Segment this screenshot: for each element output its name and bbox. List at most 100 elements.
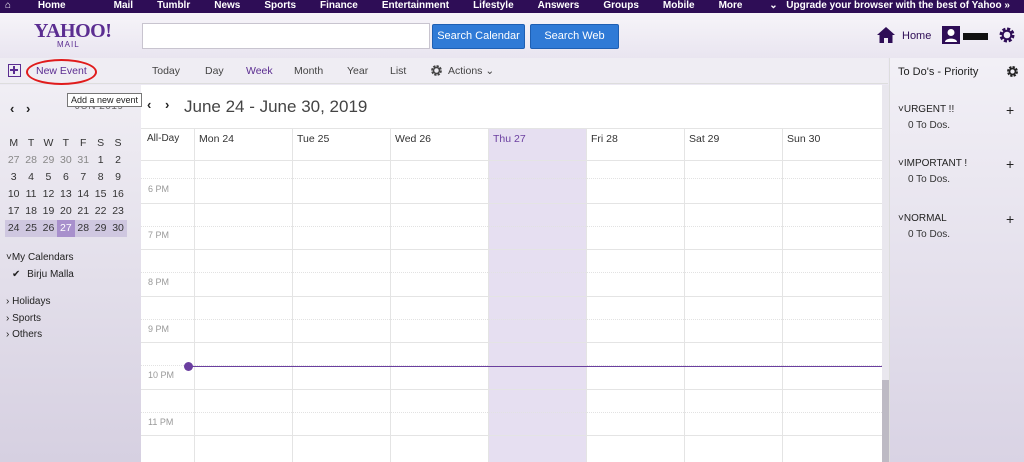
minical-day[interactable]: 5 xyxy=(40,169,57,186)
day-header-wed[interactable]: Wed 26 xyxy=(390,128,431,160)
actions-gear-icon[interactable] xyxy=(430,64,443,77)
view-month[interactable]: Month xyxy=(294,65,323,77)
profile-avatar-icon[interactable] xyxy=(942,26,960,44)
calendar-item-owner[interactable]: ✔ Birju Malla xyxy=(12,269,74,280)
minical-day[interactable]: 31 xyxy=(75,152,92,169)
view-year[interactable]: Year xyxy=(347,65,368,77)
top-nav-news[interactable]: News xyxy=(214,0,240,12)
minical-day[interactable]: 25 xyxy=(22,220,39,237)
minical-day[interactable]: 23 xyxy=(109,203,126,220)
add-important-todo-button[interactable]: + xyxy=(1006,157,1014,171)
minical-day[interactable]: 30 xyxy=(109,220,126,237)
weekday-label: W xyxy=(43,137,54,149)
add-normal-todo-button[interactable]: + xyxy=(1006,212,1014,226)
weekday-label: S xyxy=(97,137,105,149)
todo-group-normal[interactable]: ˅NORMAL xyxy=(898,213,947,224)
minical-day[interactable]: 17 xyxy=(5,203,22,220)
actions-menu[interactable]: Actions ⌄ xyxy=(448,65,494,77)
minical-day[interactable]: 24 xyxy=(5,220,22,237)
yahoo-logo[interactable]: YAHOO! xyxy=(34,21,112,41)
minical-day[interactable]: 2 xyxy=(109,152,126,169)
minical-day[interactable]: 10 xyxy=(5,186,22,203)
todo-panel: To Do's - Priority ˅URGENT !! + 0 To Dos… xyxy=(889,58,1024,462)
next-week-icon[interactable]: › xyxy=(165,97,169,112)
top-nav-mail[interactable]: Mail xyxy=(114,0,133,12)
view-week[interactable]: Week xyxy=(246,65,273,77)
top-nav-groups[interactable]: Groups xyxy=(603,0,639,12)
minical-day[interactable]: 12 xyxy=(40,186,57,203)
minical-day[interactable]: 29 xyxy=(40,152,57,169)
add-urgent-todo-button[interactable]: + xyxy=(1006,103,1014,117)
calendar-group-holidays[interactable]: › Holidays xyxy=(6,296,50,307)
minical-day[interactable]: 20 xyxy=(57,203,74,220)
home-icon[interactable] xyxy=(876,26,896,44)
todo-settings-gear-icon[interactable] xyxy=(1006,65,1019,78)
my-calendars-toggle[interactable]: ˅My Calendars xyxy=(6,252,74,263)
top-nav-entertainment[interactable]: Entertainment xyxy=(382,0,449,12)
prev-week-icon[interactable]: ‹ xyxy=(147,97,151,112)
add-event-icon[interactable] xyxy=(8,64,21,77)
day-header-tue[interactable]: Tue 25 xyxy=(292,128,329,160)
day-header-thu-today[interactable]: Thu 27 xyxy=(488,128,526,160)
left-sidebar: ‹ › JUN 2019 M T W T F S S 27 28 29 30 3… xyxy=(0,85,141,462)
top-nav-lifestyle[interactable]: Lifestyle xyxy=(473,0,514,12)
day-header-fri[interactable]: Fri 28 xyxy=(586,128,618,160)
minical-day[interactable]: 28 xyxy=(75,220,92,237)
minical-day[interactable]: 29 xyxy=(92,220,109,237)
minical-day[interactable]: 22 xyxy=(92,203,109,220)
top-nav-sports[interactable]: Sports xyxy=(264,0,296,12)
minical-day[interactable]: 19 xyxy=(40,203,57,220)
todo-group-urgent[interactable]: ˅URGENT !! xyxy=(898,104,954,115)
prev-month-icon[interactable]: ‹ xyxy=(10,101,14,116)
minical-day[interactable]: 16 xyxy=(109,186,126,203)
upgrade-browser-link[interactable]: Upgrade your browser with the best of Ya… xyxy=(786,0,1010,12)
grid-half-line xyxy=(141,178,882,179)
search-web-button[interactable]: Search Web xyxy=(530,24,619,49)
day-header-sun[interactable]: Sun 30 xyxy=(782,128,820,160)
next-month-icon[interactable]: › xyxy=(26,101,30,116)
minical-day[interactable]: 1 xyxy=(92,152,109,169)
week-range-title: June 24 - June 30, 2019 xyxy=(184,97,368,116)
minical-day[interactable]: 7 xyxy=(75,169,92,186)
calendar-group-others[interactable]: › Others xyxy=(6,329,42,340)
checkmark-icon[interactable]: ✔ xyxy=(12,269,20,280)
minical-day[interactable]: 14 xyxy=(75,186,92,203)
search-input[interactable] xyxy=(142,23,430,49)
top-nav-mobile[interactable]: Mobile xyxy=(663,0,695,12)
search-calendar-button[interactable]: Search Calendar xyxy=(432,24,525,49)
minical-day[interactable]: 13 xyxy=(57,186,74,203)
minical-day[interactable]: 30 xyxy=(57,152,74,169)
chevron-down-icon: ⌄ xyxy=(482,65,495,77)
gear-icon[interactable] xyxy=(998,26,1016,44)
minical-day[interactable]: 6 xyxy=(57,169,74,186)
view-today[interactable]: Today xyxy=(152,65,180,77)
minical-day[interactable]: 26 xyxy=(40,220,57,237)
top-nav-finance[interactable]: Finance xyxy=(320,0,358,12)
minical-day[interactable]: 8 xyxy=(92,169,109,186)
top-nav-answers[interactable]: Answers xyxy=(538,0,580,12)
week-view-scrollbar[interactable] xyxy=(882,85,889,462)
redacted-username xyxy=(963,33,988,40)
top-nav-home[interactable]: ⌂ Home xyxy=(5,0,90,12)
home-link[interactable]: Home xyxy=(902,30,931,42)
minical-day[interactable]: 27 xyxy=(5,152,22,169)
grid-line xyxy=(141,342,882,343)
view-list[interactable]: List xyxy=(390,65,406,77)
minical-day[interactable]: 18 xyxy=(22,203,39,220)
minical-day-today[interactable]: 27 xyxy=(57,220,75,237)
minical-day[interactable]: 21 xyxy=(75,203,92,220)
weekday-label: T xyxy=(27,137,35,149)
scrollbar-thumb[interactable] xyxy=(882,380,889,462)
minical-day[interactable]: 28 xyxy=(22,152,39,169)
todo-group-important[interactable]: ˅IMPORTANT ! xyxy=(898,158,967,169)
minical-day[interactable]: 4 xyxy=(22,169,39,186)
minical-day[interactable]: 15 xyxy=(92,186,109,203)
day-header-mon[interactable]: Mon 24 xyxy=(194,128,234,160)
minical-day[interactable]: 3 xyxy=(5,169,22,186)
top-nav-tumblr[interactable]: Tumblr xyxy=(157,0,190,12)
day-header-sat[interactable]: Sat 29 xyxy=(684,128,719,160)
minical-day[interactable]: 9 xyxy=(109,169,126,186)
minical-day[interactable]: 11 xyxy=(22,186,39,203)
view-day[interactable]: Day xyxy=(205,65,224,77)
calendar-group-sports[interactable]: › Sports xyxy=(6,313,41,324)
